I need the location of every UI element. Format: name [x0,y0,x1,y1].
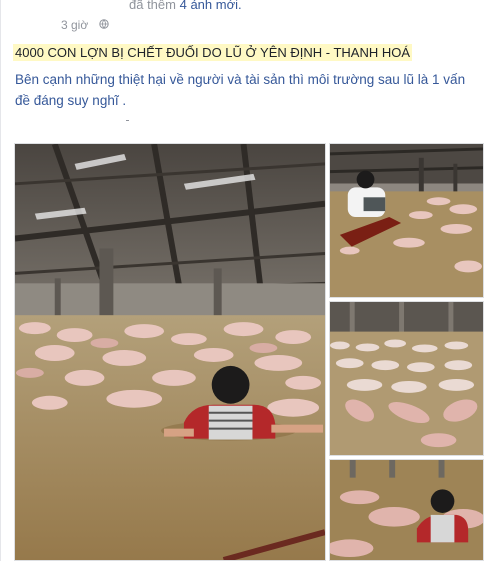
post-card: đã thêm 4 ảnh mới. 3 giờ 4000 CON LỢN BỊ… [0,0,489,561]
post-header-line: đã thêm 4 ảnh mới. [129,0,242,12]
photo-boat-rescue[interactable] [329,143,484,298]
divider-dot [126,120,129,121]
photo-boy-with-pig[interactable] [329,459,484,561]
post-body-text: Bên cạnh những thiệt hại về người và tài… [15,72,466,108]
post-title: 4000 CON LỢN BỊ CHẾT ĐUỐI DO LŨ Ở YÊN ĐỊ… [13,44,413,61]
photos-added-link[interactable]: 4 ảnh mới. [180,0,242,12]
photo-floating-pigs[interactable] [329,301,484,456]
header-action-text: đã thêm [129,0,176,12]
photo-large-flooded-barn[interactable] [14,143,326,561]
globe-icon [99,19,109,29]
post-timestamp[interactable]: 3 giờ [61,18,88,32]
